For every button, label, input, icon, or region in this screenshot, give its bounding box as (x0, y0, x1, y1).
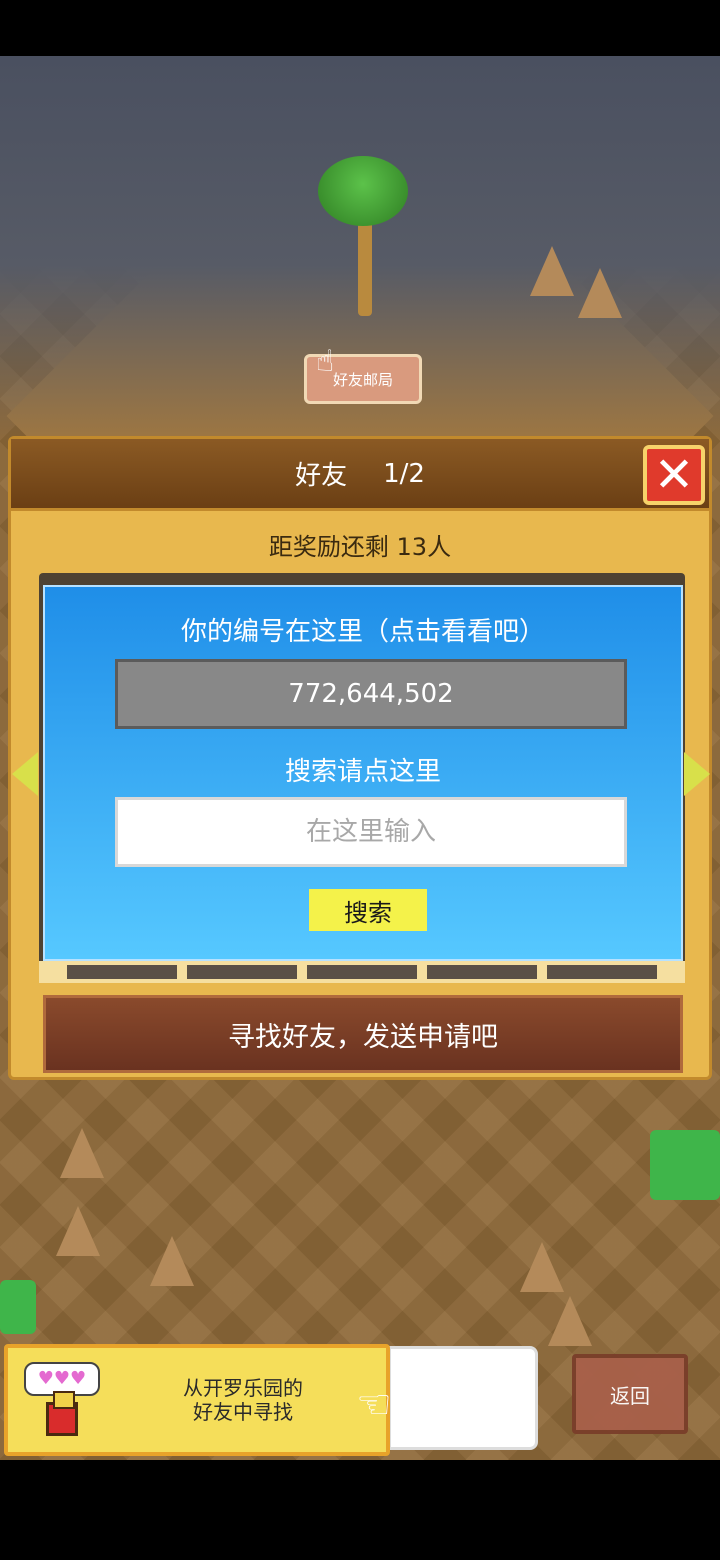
robot-icon (46, 1391, 78, 1436)
rock-spire (60, 1128, 104, 1178)
slot (67, 965, 177, 979)
friends-dialog: 好友 1/2 ✕ 距奖励还剩 13人 你的编号在这里（点击看看吧） 772,64… (8, 436, 712, 1080)
id-label: 你的编号在这里（点击看看吧） (180, 617, 545, 647)
find-friends-button[interactable]: 寻找好友，发送申请吧 (43, 995, 683, 1073)
rock-spire (548, 1296, 592, 1346)
palm-tree (318, 136, 408, 326)
find-friends-label: 寻找好友，发送申请吧 (228, 1021, 498, 1053)
player-id-box[interactable]: 772,644,502 (115, 659, 627, 729)
grass-bush (0, 1280, 36, 1334)
search-panel: 你的编号在这里（点击看看吧） 772,644,502 搜索请点这里 搜索 (43, 585, 683, 961)
grass-bush (650, 1130, 720, 1200)
player-id-value: 772,644,502 (288, 679, 454, 709)
close-icon: ✕ (653, 447, 695, 503)
back-button-label: 返回 (610, 1383, 650, 1408)
card-text-line2: 好友中寻找 (193, 1400, 293, 1424)
rock-spire (150, 1236, 194, 1286)
reward-progress-text: 距奖励还剩 13人 (268, 533, 452, 561)
search-button-label: 搜索 (344, 898, 392, 927)
search-button[interactable]: 搜索 (309, 889, 427, 931)
search-input[interactable] (115, 797, 627, 867)
rock-spire (530, 246, 574, 296)
page-indicator: 1/2 (383, 458, 425, 489)
chevron-right-icon[interactable] (684, 752, 710, 796)
navigation-bar (0, 1460, 720, 1560)
hand-pointer-icon: ☜ (356, 1382, 392, 1428)
hand-pointer-icon: ☝ (316, 344, 335, 379)
status-bar (0, 0, 720, 56)
card-text: 从开罗乐园的 好友中寻找 (138, 1376, 348, 1424)
slot (427, 965, 537, 979)
search-label: 搜索请点这里 (284, 757, 441, 787)
rock-spire (578, 268, 622, 318)
close-button[interactable]: ✕ (643, 445, 705, 505)
chevron-left-icon[interactable] (12, 752, 38, 796)
back-button[interactable]: 返回 (572, 1354, 688, 1434)
dialog-title: 好友 (295, 461, 348, 491)
slot (547, 965, 657, 979)
slot-row (39, 961, 685, 983)
rock-spire (56, 1206, 100, 1256)
kairo-friends-card[interactable]: ♥♥♥ 从开罗乐园的 好友中寻找 (4, 1344, 390, 1456)
mascot-avatar: ♥♥♥ (22, 1358, 102, 1444)
card-extension (388, 1346, 538, 1450)
slot (187, 965, 297, 979)
slot (307, 965, 417, 979)
sign-label: 好友邮局 (332, 370, 393, 389)
dialog-header: 好友 1/2 (11, 439, 709, 511)
rock-spire (520, 1242, 564, 1292)
card-text-line1: 从开罗乐园的 (183, 1376, 303, 1400)
